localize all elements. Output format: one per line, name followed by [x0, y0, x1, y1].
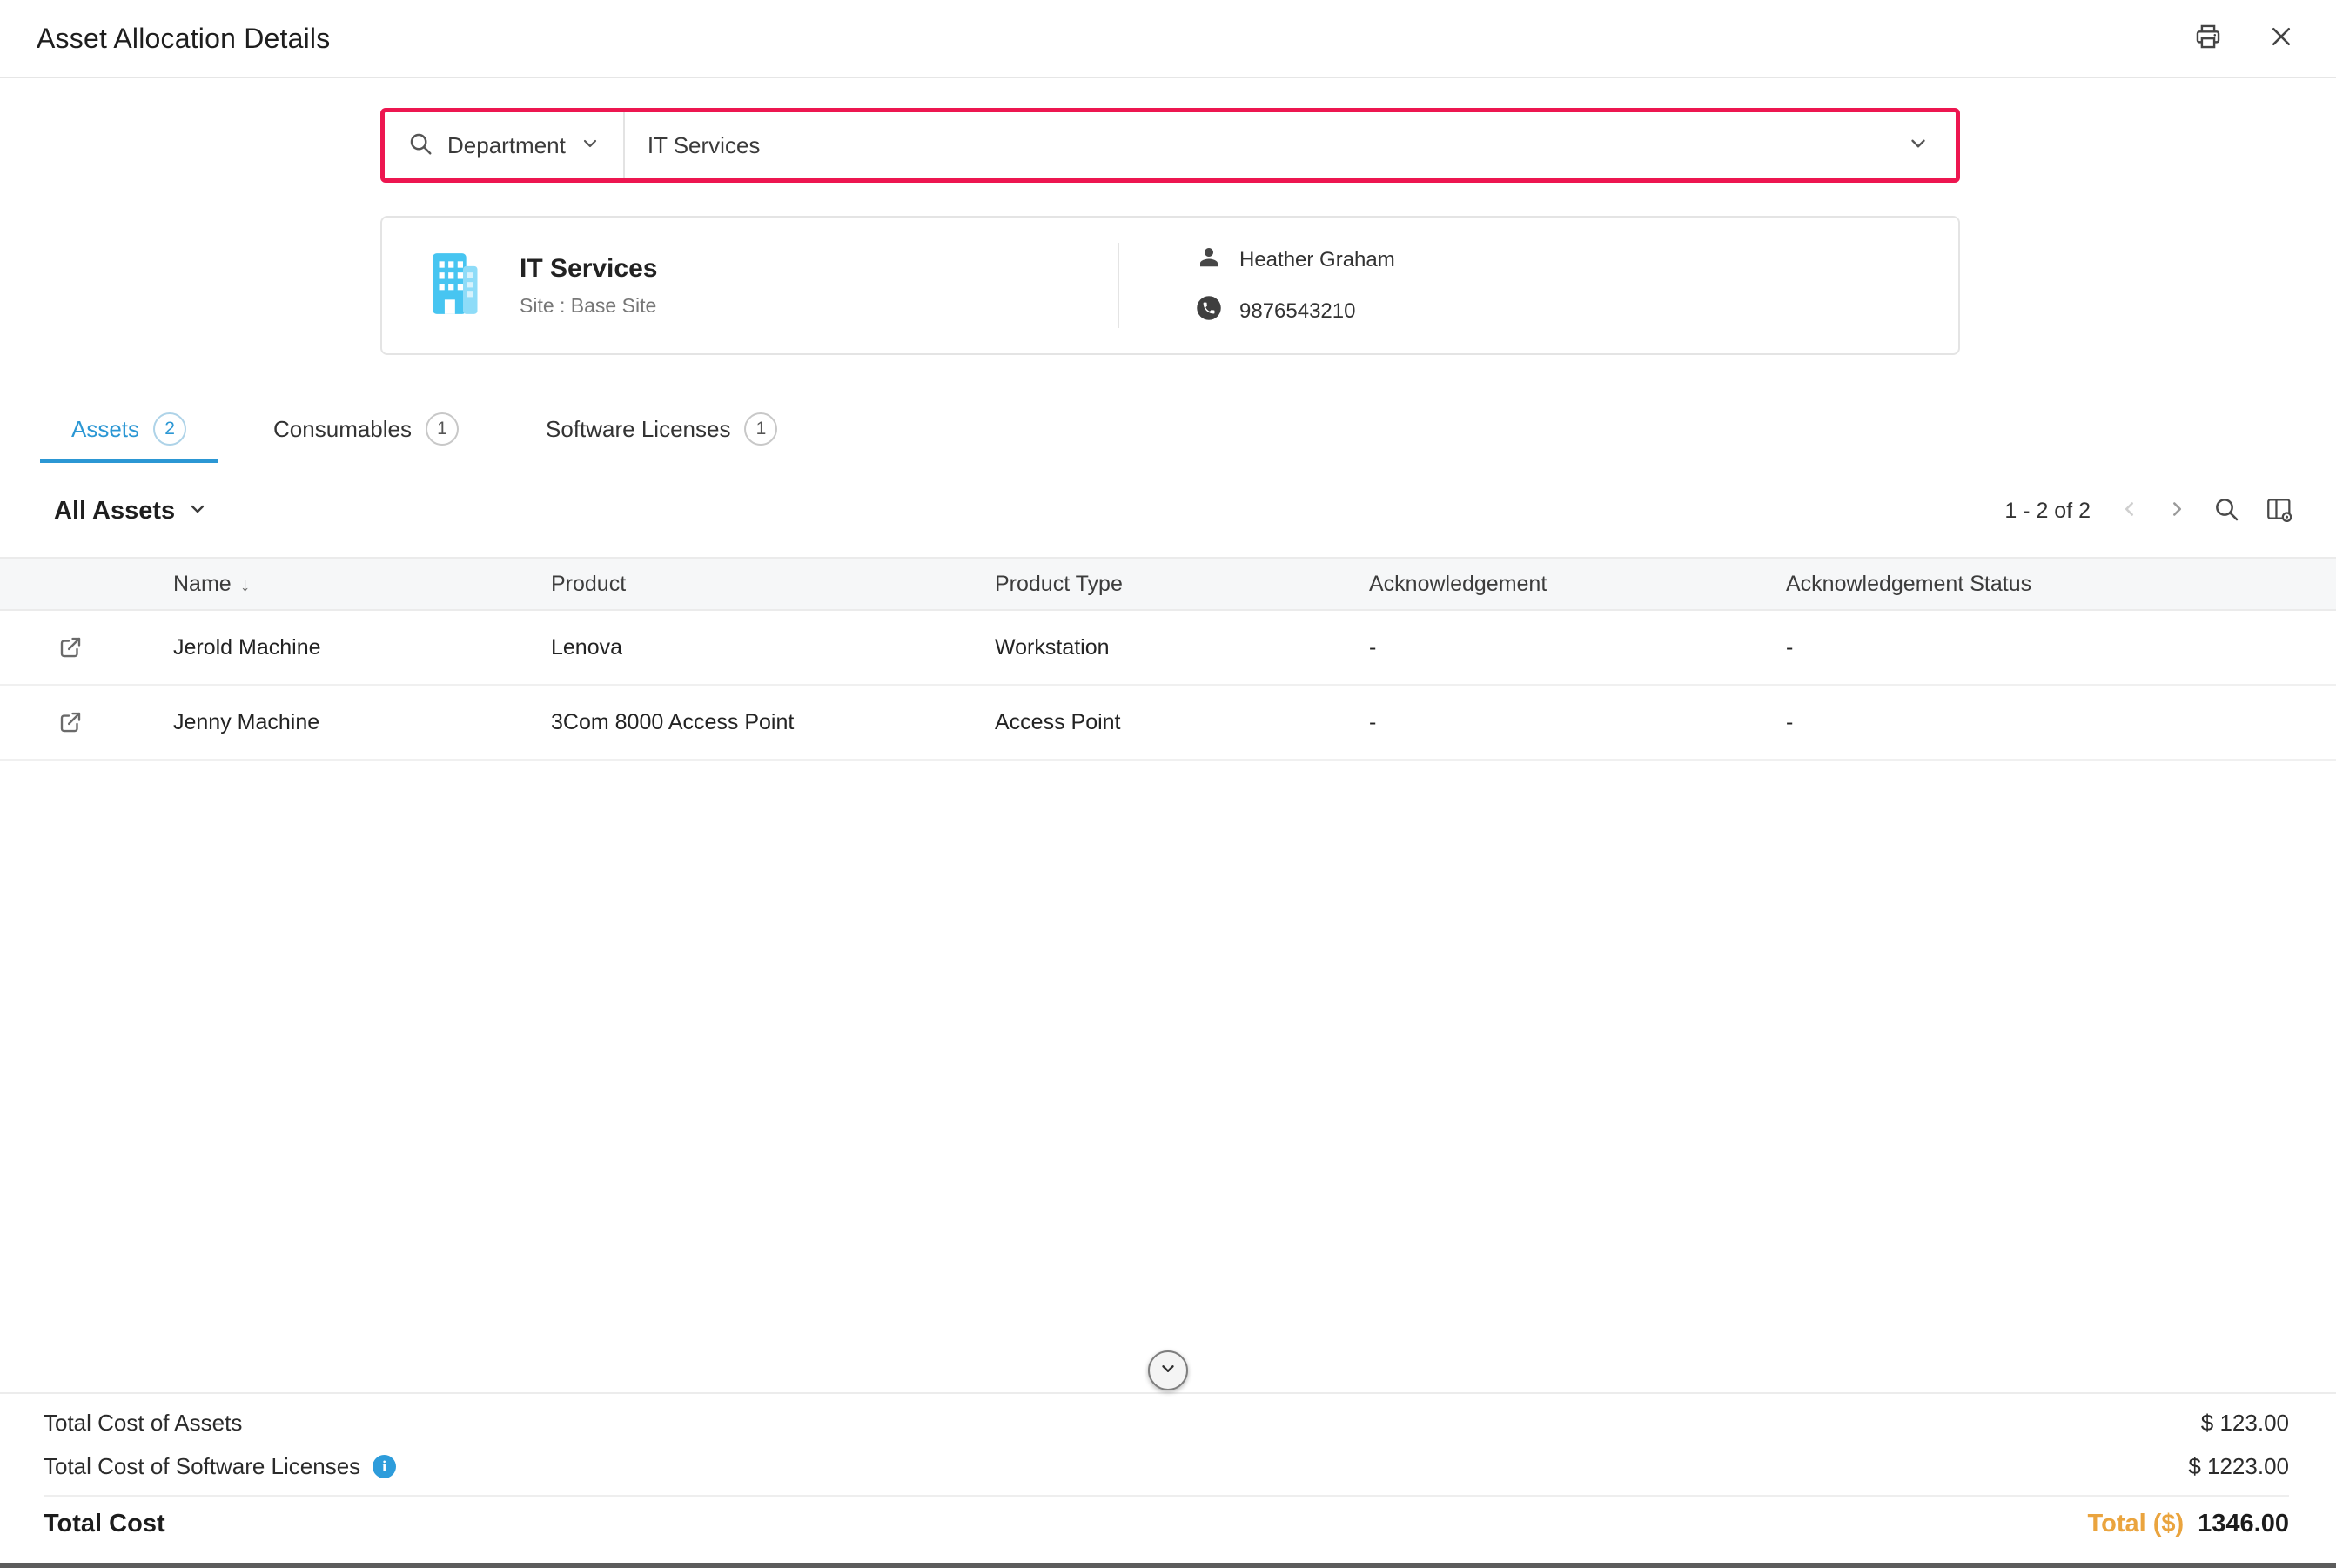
cell-product: 3Com 8000 Access Point	[551, 710, 995, 735]
department-selected-value: IT Services	[648, 132, 761, 159]
contact-phone: 9876543210	[1239, 299, 1355, 324]
print-button[interactable]	[2193, 22, 2223, 56]
department-select[interactable]: IT Services	[625, 112, 1956, 178]
total-cost-label: Total Cost	[44, 1510, 165, 1538]
open-in-new-icon[interactable]	[57, 709, 84, 735]
list-toolbar: All Assets 1 - 2 of 2	[0, 484, 2336, 538]
chevron-down-icon	[1907, 132, 1930, 159]
printer-icon	[2193, 22, 2223, 56]
column-header-product[interactable]: Product	[551, 572, 995, 597]
previous-page-button[interactable]	[2118, 498, 2141, 525]
info-icon[interactable]: i	[373, 1455, 396, 1478]
list-search-button[interactable]	[2212, 495, 2240, 527]
total-cost-value: 1346.00	[2198, 1510, 2289, 1538]
chevron-down-icon	[580, 133, 601, 158]
tab-count-badge: 1	[426, 412, 459, 446]
building-icon	[415, 245, 492, 326]
department-summary: IT Services Site : Base Site	[382, 245, 1118, 326]
column-header-acknowledgement-status[interactable]: Acknowledgement Status	[1786, 572, 2336, 597]
tab-label: Consumables	[273, 416, 412, 443]
assets-table: Name ↓ Product Product Type Acknowledgem…	[0, 557, 2336, 761]
total-cost-row: Total Cost Total ($) 1346.00	[44, 1497, 2289, 1551]
view-label: All Assets	[54, 497, 175, 526]
cell-product: Lenova	[551, 635, 995, 660]
window-bottom-edge	[0, 1563, 2336, 1568]
filter-category-dropdown[interactable]: Department	[385, 112, 625, 178]
collapse-footer-button[interactable]	[1148, 1350, 1188, 1390]
close-button[interactable]	[2268, 23, 2294, 54]
cost-value: $ 123.00	[2201, 1410, 2289, 1437]
cell-acknowledgement: -	[1369, 635, 1786, 660]
cost-label: Total Cost of Assets	[44, 1410, 242, 1437]
chevron-down-icon	[1158, 1359, 1178, 1383]
tab-software-licenses[interactable]: Software Licenses 1	[514, 395, 809, 463]
page-title: Asset Allocation Details	[37, 23, 330, 55]
cost-row-assets: Total Cost of Assets $ 123.00	[44, 1401, 2289, 1444]
pagination-info: 1 - 2 of 2	[2004, 499, 2091, 524]
cell-acknowledgement-status: -	[1786, 635, 2336, 660]
column-header-name[interactable]: Name ↓	[173, 572, 551, 597]
tab-assets[interactable]: Assets 2	[40, 395, 218, 463]
next-page-button[interactable]	[2165, 498, 2188, 525]
column-settings-icon	[2265, 494, 2294, 528]
department-filter-bar: Department IT Services	[380, 108, 1960, 183]
chevron-right-icon	[2165, 498, 2188, 525]
chevron-left-icon	[2118, 498, 2141, 525]
close-icon	[2268, 23, 2294, 54]
cell-product-type: Access Point	[995, 710, 1369, 735]
cell-name[interactable]: Jerold Machine	[173, 635, 551, 660]
tab-bar: Assets 2 Consumables 1 Software Licenses…	[40, 395, 2296, 463]
table-row[interactable]: Jerold Machine Lenova Workstation - -	[0, 611, 2336, 686]
department-name: IT Services	[520, 254, 657, 284]
tab-label: Software Licenses	[546, 416, 730, 443]
title-bar: Asset Allocation Details	[0, 0, 2336, 78]
tab-count-badge: 2	[153, 412, 186, 446]
search-icon	[407, 131, 433, 161]
cost-label: Total Cost of Software Licenses	[44, 1453, 360, 1480]
tab-consumables[interactable]: Consumables 1	[242, 395, 490, 463]
chevron-down-icon	[187, 499, 208, 524]
open-in-new-icon[interactable]	[57, 634, 84, 660]
phone-icon	[1196, 295, 1222, 327]
department-site: Site : Base Site	[520, 294, 657, 318]
cost-value: $ 1223.00	[2188, 1453, 2289, 1480]
column-header-product-type[interactable]: Product Type	[995, 572, 1369, 597]
department-contact: Heather Graham 9876543210	[1119, 244, 1958, 327]
department-card: IT Services Site : Base Site Heather Gra…	[380, 216, 1960, 355]
cell-product-type: Workstation	[995, 635, 1369, 660]
cost-summary-footer: Total Cost of Assets $ 123.00 Total Cost…	[0, 1392, 2336, 1563]
search-icon	[2212, 495, 2240, 527]
column-chooser-button[interactable]	[2265, 494, 2294, 528]
total-currency-label: Total ($)	[2088, 1510, 2185, 1538]
cell-name[interactable]: Jenny Machine	[173, 710, 551, 735]
person-icon	[1196, 244, 1222, 276]
contact-name: Heather Graham	[1239, 248, 1395, 272]
column-header-acknowledgement[interactable]: Acknowledgement	[1369, 572, 1786, 597]
tab-count-badge: 1	[744, 412, 777, 446]
filter-category-label: Department	[447, 132, 566, 159]
cell-acknowledgement-status: -	[1786, 710, 2336, 735]
sort-descending-icon: ↓	[240, 573, 251, 596]
view-selector-dropdown[interactable]: All Assets	[54, 497, 208, 526]
tab-label: Assets	[71, 416, 139, 443]
table-row[interactable]: Jenny Machine 3Com 8000 Access Point Acc…	[0, 686, 2336, 761]
table-header-row: Name ↓ Product Product Type Acknowledgem…	[0, 557, 2336, 611]
asset-allocation-dialog: Asset Allocation Details	[0, 0, 2336, 1568]
cost-row-software-licenses: Total Cost of Software Licenses i $ 1223…	[44, 1444, 2289, 1488]
cell-acknowledgement: -	[1369, 710, 1786, 735]
